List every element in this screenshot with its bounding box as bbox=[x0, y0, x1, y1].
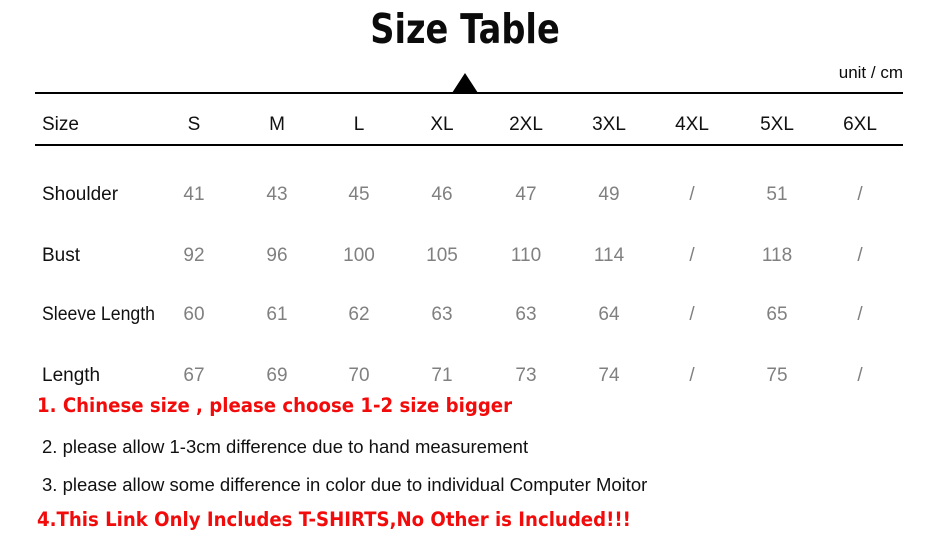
cell-shoulder-4xl: / bbox=[689, 184, 695, 205]
cell-bust-6xl: / bbox=[857, 245, 863, 266]
cell-sleeve-length-l: 62 bbox=[348, 304, 370, 325]
cell-bust-4xl: / bbox=[689, 245, 695, 266]
cell-sleeve-length-3xl: 64 bbox=[598, 304, 620, 325]
page-title: Size Table bbox=[370, 5, 560, 53]
table-row: Shoulder 41 43 45 46 47 49 / 51 / bbox=[0, 182, 930, 208]
table-header-row: Size S M L XL 2XL 3XL 4XL 5XL 6XL bbox=[0, 112, 930, 138]
cell-sleeve-length-s: 60 bbox=[183, 304, 205, 325]
cell-shoulder-5xl: 51 bbox=[766, 184, 788, 205]
row-label-sleeve-length: Sleeve Length bbox=[42, 304, 155, 325]
column-header-4xl: 4XL bbox=[675, 114, 709, 135]
cell-bust-5xl: 118 bbox=[761, 245, 793, 266]
cell-length-2xl: 73 bbox=[515, 365, 537, 386]
note-measurement: 2. please allow 1-3cm difference due to … bbox=[42, 436, 529, 457]
column-header-s: S bbox=[187, 114, 201, 135]
column-header-3xl: 3XL bbox=[592, 114, 626, 135]
column-header-xl: XL bbox=[430, 114, 454, 135]
triangle-marker-icon bbox=[452, 73, 478, 93]
table-row: Bust 92 96 100 105 110 114 / 118 / bbox=[0, 243, 930, 269]
row-label-bust: Bust bbox=[42, 245, 81, 266]
cell-shoulder-l: 45 bbox=[348, 184, 370, 205]
cell-length-s: 67 bbox=[183, 365, 205, 386]
cell-length-6xl: / bbox=[857, 365, 863, 386]
cell-bust-l: 100 bbox=[343, 245, 375, 266]
note-chinese-size: 1. Chinese size , please choose 1-2 size… bbox=[37, 394, 513, 417]
cell-length-xl: 71 bbox=[431, 365, 453, 386]
cell-length-4xl: / bbox=[689, 365, 695, 386]
cell-length-l: 70 bbox=[348, 365, 370, 386]
cell-shoulder-xl: 46 bbox=[431, 184, 453, 205]
cell-sleeve-length-xl: 63 bbox=[431, 304, 453, 325]
cell-bust-m: 96 bbox=[266, 245, 288, 266]
column-header-5xl: 5XL bbox=[760, 114, 794, 135]
cell-shoulder-s: 41 bbox=[183, 184, 205, 205]
unit-label: unit / cm bbox=[838, 63, 903, 82]
cell-sleeve-length-6xl: / bbox=[857, 304, 863, 325]
table-header-rule bbox=[35, 144, 903, 146]
table-corner-label: Size bbox=[42, 114, 79, 135]
row-label-shoulder: Shoulder bbox=[42, 184, 119, 205]
cell-shoulder-m: 43 bbox=[266, 184, 288, 205]
column-header-l: L bbox=[353, 114, 365, 135]
column-header-6xl: 6XL bbox=[843, 114, 877, 135]
cell-shoulder-6xl: / bbox=[857, 184, 863, 205]
cell-sleeve-length-5xl: 65 bbox=[766, 304, 788, 325]
cell-sleeve-length-m: 61 bbox=[266, 304, 288, 325]
cell-length-5xl: 75 bbox=[766, 365, 788, 386]
cell-bust-2xl: 110 bbox=[510, 245, 542, 266]
cell-sleeve-length-4xl: / bbox=[689, 304, 695, 325]
table-row: Sleeve Length 60 61 62 63 63 64 / 65 / bbox=[0, 302, 930, 328]
note-color: 3. please allow some difference in color… bbox=[42, 474, 648, 495]
cell-bust-xl: 105 bbox=[426, 245, 458, 266]
table-row: Length 67 69 70 71 73 74 / 75 / bbox=[0, 363, 930, 389]
cell-bust-3xl: 114 bbox=[593, 245, 625, 266]
note-tshirts-only: 4.This Link Only Includes T-SHIRTS,No Ot… bbox=[37, 508, 631, 531]
cell-sleeve-length-2xl: 63 bbox=[515, 304, 537, 325]
column-header-m: M bbox=[269, 114, 285, 135]
row-label-length: Length bbox=[42, 365, 101, 386]
column-header-2xl: 2XL bbox=[509, 114, 543, 135]
cell-shoulder-3xl: 49 bbox=[598, 184, 620, 205]
cell-shoulder-2xl: 47 bbox=[515, 184, 537, 205]
cell-bust-s: 92 bbox=[183, 245, 205, 266]
cell-length-3xl: 74 bbox=[598, 365, 620, 386]
cell-length-m: 69 bbox=[266, 365, 288, 386]
